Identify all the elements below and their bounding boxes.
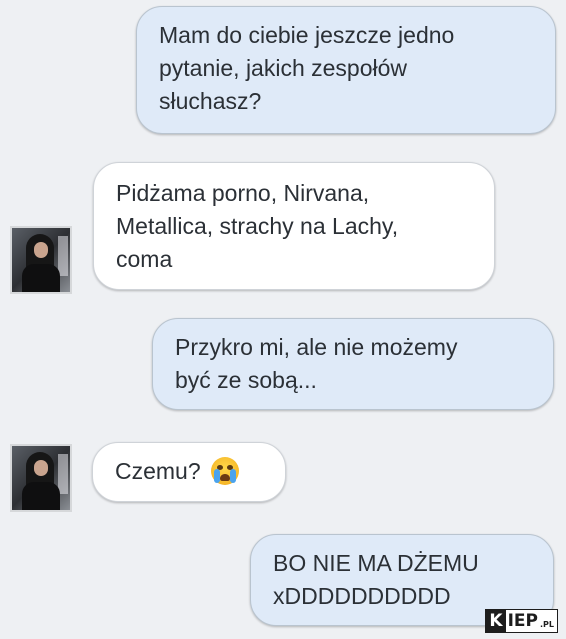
message-text-line: pytanie, jakich zespołów: [159, 55, 408, 81]
watermark-text: IEP: [507, 611, 538, 631]
message-text-line: Mam do ciebie jeszcze jedno: [159, 22, 455, 48]
message-text-line: BO NIE MA DŻEMU: [273, 550, 479, 576]
message-text-line: być ze sobą...: [175, 367, 317, 393]
message-bubble-incoming: Pidżama porno, Nirvana, Metallica, strac…: [93, 162, 495, 290]
message-text-line: Metallica, strachy na Lachy,: [116, 213, 399, 239]
crying-face-emoji-icon: [211, 457, 240, 485]
watermark-letter: K: [486, 610, 506, 632]
kiep-watermark-logo: K IEP .PL: [485, 609, 558, 633]
message-bubble-incoming: Czemu?: [92, 442, 286, 502]
contact-avatar[interactable]: [10, 444, 72, 512]
contact-avatar[interactable]: [10, 226, 72, 294]
message-text-line: coma: [116, 246, 173, 272]
message-text-line: Przykro mi, ale nie możemy: [175, 334, 458, 360]
watermark-suffix: .PL: [540, 620, 554, 629]
message-text-line: słuchasz?: [159, 88, 262, 114]
message-bubble-outgoing: Przykro mi, ale nie możemy być ze sobą..…: [152, 318, 554, 410]
message-bubble-outgoing: Mam do ciebie jeszcze jedno pytanie, jak…: [136, 6, 556, 134]
message-text-line: Pidżama porno, Nirvana,: [116, 180, 370, 206]
message-text: Czemu?: [115, 458, 201, 484]
